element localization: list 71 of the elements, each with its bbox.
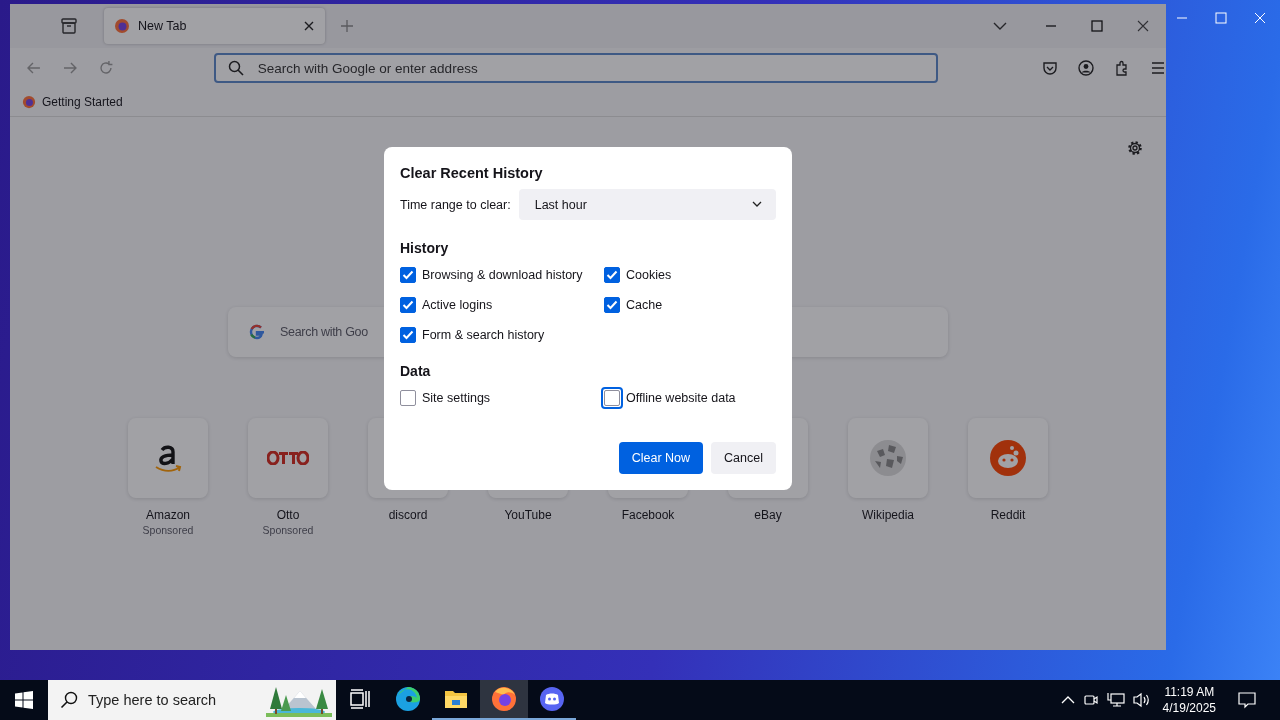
notification-icon[interactable] [1238,691,1256,709]
time-range-dropdown[interactable]: Last hour [518,189,776,220]
volume-icon[interactable] [1132,692,1151,708]
firefox-icon [491,686,517,712]
firefox-icon [22,95,36,109]
checkbox[interactable] [400,267,416,283]
address-bar[interactable]: Search with Google or enter address [213,53,938,83]
pocket-icon[interactable] [1042,60,1058,76]
checkbox-label: Cookies [626,268,672,282]
checkbox-label: Browsing & download history [422,268,583,282]
shortcut-tile[interactable] [848,418,928,498]
task-view-icon [350,689,370,709]
windows-logo-icon [15,691,33,709]
checkbox[interactable] [604,267,620,283]
close-icon[interactable] [1137,20,1149,32]
section-heading: History [400,240,450,256]
checkbox-label: Site settings [422,391,491,405]
checkbox[interactable] [400,390,416,406]
search-icon [227,60,244,76]
taskbar-search-field[interactable]: Type here to search [48,680,336,720]
network-icon[interactable] [1106,692,1125,708]
chevron-down-icon[interactable] [993,21,1007,31]
cancel-button[interactable]: Cancel [711,442,776,474]
sponsored-label: Sponsored [142,524,194,536]
checkbox-label: Active logins [422,298,493,312]
checkbox[interactable] [400,297,416,313]
checkbox[interactable] [604,297,620,313]
checkbox[interactable] [400,327,416,343]
shortcut-title: YouTube [504,508,552,522]
checkbox-label: Form & search history [422,328,545,342]
chevron-down-icon [752,201,762,208]
search-icon [60,691,78,709]
taskbar-clock[interactable]: 11:19 AM 4/19/2025 [1162,684,1216,716]
taskbar-app[interactable] [480,680,528,720]
checkbox[interactable] [604,390,620,406]
shortcut-tile[interactable] [128,418,208,498]
dialog-title: Clear Recent History [400,165,544,181]
shortcut-title: Amazon [146,508,190,522]
tab-title: New Tab [138,19,188,33]
shortcut-title: Otto [276,508,300,522]
menu-icon[interactable] [1150,60,1166,76]
google-icon [248,323,266,341]
folder-icon [444,688,468,710]
settings-icon[interactable] [1126,139,1144,157]
otto-logo-icon [267,451,309,465]
clear-now-button[interactable]: Clear Now [618,442,704,474]
shortcut-title: Reddit [990,508,1026,522]
shortcut-title: eBay [754,508,782,522]
shortcut-tile[interactable] [968,418,1048,498]
shortcut-title: discord [388,508,428,522]
puzzle-icon[interactable] [1114,60,1130,76]
shortcut-tile[interactable] [248,418,328,498]
field-label: Time range to clear: [400,197,511,212]
firefox-icon [114,18,130,34]
bookmark-item[interactable]: Getting Started [22,95,123,109]
shortcut-title: Facebook [621,508,675,522]
sponsored-label: Sponsored [262,524,314,536]
camera-icon[interactable] [1082,692,1099,708]
account-icon[interactable] [1078,60,1094,76]
close-icon[interactable] [303,20,315,32]
globe-icon [869,439,907,477]
checkbox-label: Offline website data [626,391,736,405]
maximize-icon[interactable] [1091,20,1103,32]
shortcut-title: Wikipedia [862,508,914,522]
section-heading: Data [400,363,432,379]
checkbox-label: Cache [626,298,663,312]
discord-icon [539,686,565,712]
chevron-up-icon[interactable] [1060,695,1075,705]
edge-icon [395,686,421,712]
browser-tab[interactable]: New Tab [104,8,325,44]
reddit-logo-icon [989,439,1027,477]
